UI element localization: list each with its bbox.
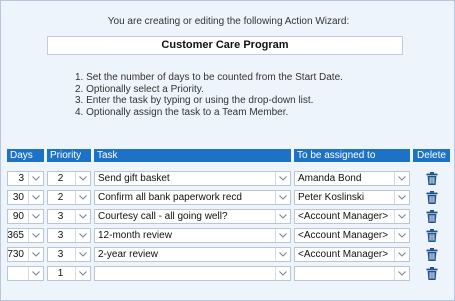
- assignee-value: <Account Manager>: [298, 211, 389, 222]
- chevron-down-icon[interactable]: [275, 248, 290, 261]
- days-value: 365: [7, 230, 24, 241]
- chevron-down-icon[interactable]: [394, 210, 409, 223]
- task-value: 2-year review: [98, 249, 159, 260]
- chevron-down-icon[interactable]: [75, 229, 90, 242]
- task-select[interactable]: 2-year review: [94, 247, 291, 262]
- chevron-down-icon[interactable]: [28, 267, 43, 280]
- chevron-down-icon[interactable]: [75, 248, 90, 261]
- priority-select[interactable]: 3: [47, 209, 91, 224]
- trash-icon[interactable]: [426, 229, 438, 242]
- priority-value: 3: [57, 230, 64, 241]
- task-select[interactable]: [94, 266, 291, 281]
- chevron-down-icon[interactable]: [75, 267, 90, 280]
- chevron-down-icon[interactable]: [394, 267, 409, 280]
- assignee-select[interactable]: <Account Manager>: [294, 247, 410, 262]
- task-select[interactable]: Send gift basket: [94, 171, 291, 186]
- days-select[interactable]: 730: [7, 247, 44, 262]
- assignee-select[interactable]: Amanda Bond: [294, 171, 410, 186]
- column-header-assigned: To be assigned to: [294, 149, 410, 162]
- chevron-down-icon[interactable]: [394, 191, 409, 204]
- instruction-item: 1. Set the number of days to be counted …: [75, 72, 343, 83]
- chevron-down-icon[interactable]: [275, 191, 290, 204]
- program-name-field[interactable]: Customer Care Program: [47, 36, 403, 55]
- chevron-down-icon[interactable]: [75, 191, 90, 204]
- priority-value: 2: [57, 173, 64, 184]
- instruction-item: 3. Enter the task by typing or using the…: [75, 95, 314, 106]
- days-value: 90: [12, 211, 24, 222]
- chevron-down-icon[interactable]: [394, 248, 409, 261]
- days-select[interactable]: 90: [7, 209, 44, 224]
- trash-icon[interactable]: [426, 248, 438, 261]
- priority-select[interactable]: 1: [47, 266, 91, 281]
- priority-select[interactable]: 2: [47, 171, 91, 186]
- chevron-down-icon[interactable]: [275, 229, 290, 242]
- intro-text: You are creating or editing the followin…: [107, 16, 350, 27]
- assignee-value: <Account Manager>: [298, 230, 389, 241]
- assignee-select[interactable]: <Account Manager>: [294, 228, 410, 243]
- days-value: 30: [12, 192, 24, 203]
- trash-icon[interactable]: [426, 172, 438, 185]
- task-row: 730 3 2-year review <Account Manager>: [7, 247, 447, 262]
- chevron-down-icon[interactable]: [75, 172, 90, 185]
- priority-select[interactable]: 3: [47, 228, 91, 243]
- task-row: 90 3 Courtesy call - all going well? <Accou…: [7, 209, 447, 224]
- column-header-days: Days: [7, 149, 44, 162]
- assignee-value: Peter Koslinski: [298, 192, 365, 203]
- days-value: 3: [18, 173, 24, 184]
- task-select[interactable]: 12-month review: [94, 228, 291, 243]
- priority-value: 1: [57, 268, 64, 279]
- chevron-down-icon[interactable]: [275, 267, 290, 280]
- task-select[interactable]: Courtesy call - all going well?: [94, 209, 291, 224]
- days-select[interactable]: 30: [7, 190, 44, 205]
- priority-select[interactable]: 3: [47, 247, 91, 262]
- instruction-item: 2. Optionally select a Priority.: [75, 83, 204, 95]
- chevron-down-icon[interactable]: [28, 248, 43, 261]
- priority-select[interactable]: 2: [47, 190, 91, 205]
- task-value: Send gift basket: [98, 173, 170, 184]
- task-value: 12-month review: [98, 230, 172, 241]
- chevron-down-icon[interactable]: [275, 172, 290, 185]
- task-row: 365 3 12-month review <Account Manager>: [7, 228, 447, 243]
- chevron-down-icon[interactable]: [75, 210, 90, 223]
- chevron-down-icon[interactable]: [28, 229, 43, 242]
- trash-icon[interactable]: [426, 191, 438, 204]
- days-select[interactable]: 365: [7, 228, 44, 243]
- days-select[interactable]: 3: [7, 171, 44, 186]
- task-row: 1: [7, 266, 447, 281]
- task-value: Courtesy call - all going well?: [98, 211, 228, 222]
- assignee-value: Amanda Bond: [298, 173, 362, 184]
- chevron-down-icon[interactable]: [275, 210, 290, 223]
- instruction-item: 4. Optionally assign the task to a Team …: [75, 106, 289, 118]
- chevron-down-icon[interactable]: [394, 229, 409, 242]
- column-header-delete: Delete: [413, 149, 450, 162]
- days-value: 730: [7, 249, 24, 260]
- priority-value: 2: [57, 192, 64, 203]
- assignee-select[interactable]: Peter Koslinski: [294, 190, 410, 205]
- chevron-down-icon[interactable]: [28, 172, 43, 185]
- trash-icon[interactable]: [426, 267, 438, 280]
- chevron-down-icon[interactable]: [28, 191, 43, 204]
- trash-icon[interactable]: [426, 210, 438, 223]
- task-row: 30 2 Confirm all bank paperwork recd Peter …: [7, 190, 447, 205]
- priority-value: 3: [57, 211, 64, 222]
- days-select[interactable]: [7, 266, 44, 281]
- task-select[interactable]: Confirm all bank paperwork recd: [94, 190, 291, 205]
- assignee-select[interactable]: [294, 266, 410, 281]
- chevron-down-icon[interactable]: [28, 210, 43, 223]
- chevron-down-icon[interactable]: [394, 172, 409, 185]
- assignee-value: <Account Manager>: [298, 249, 389, 260]
- assignee-select[interactable]: <Account Manager>: [294, 209, 410, 224]
- column-header-task: Task: [94, 149, 291, 162]
- task-row: 3 2 Send gift basket Amanda Bond: [7, 171, 447, 186]
- task-value: Confirm all bank paperwork recd: [98, 192, 242, 203]
- action-wizard-panel: You are creating or editing the followin…: [0, 0, 455, 301]
- column-header-priority: Priority: [47, 149, 91, 162]
- instructions-list: 1. Set the number of days to be counted …: [75, 72, 343, 118]
- priority-value: 3: [57, 249, 64, 260]
